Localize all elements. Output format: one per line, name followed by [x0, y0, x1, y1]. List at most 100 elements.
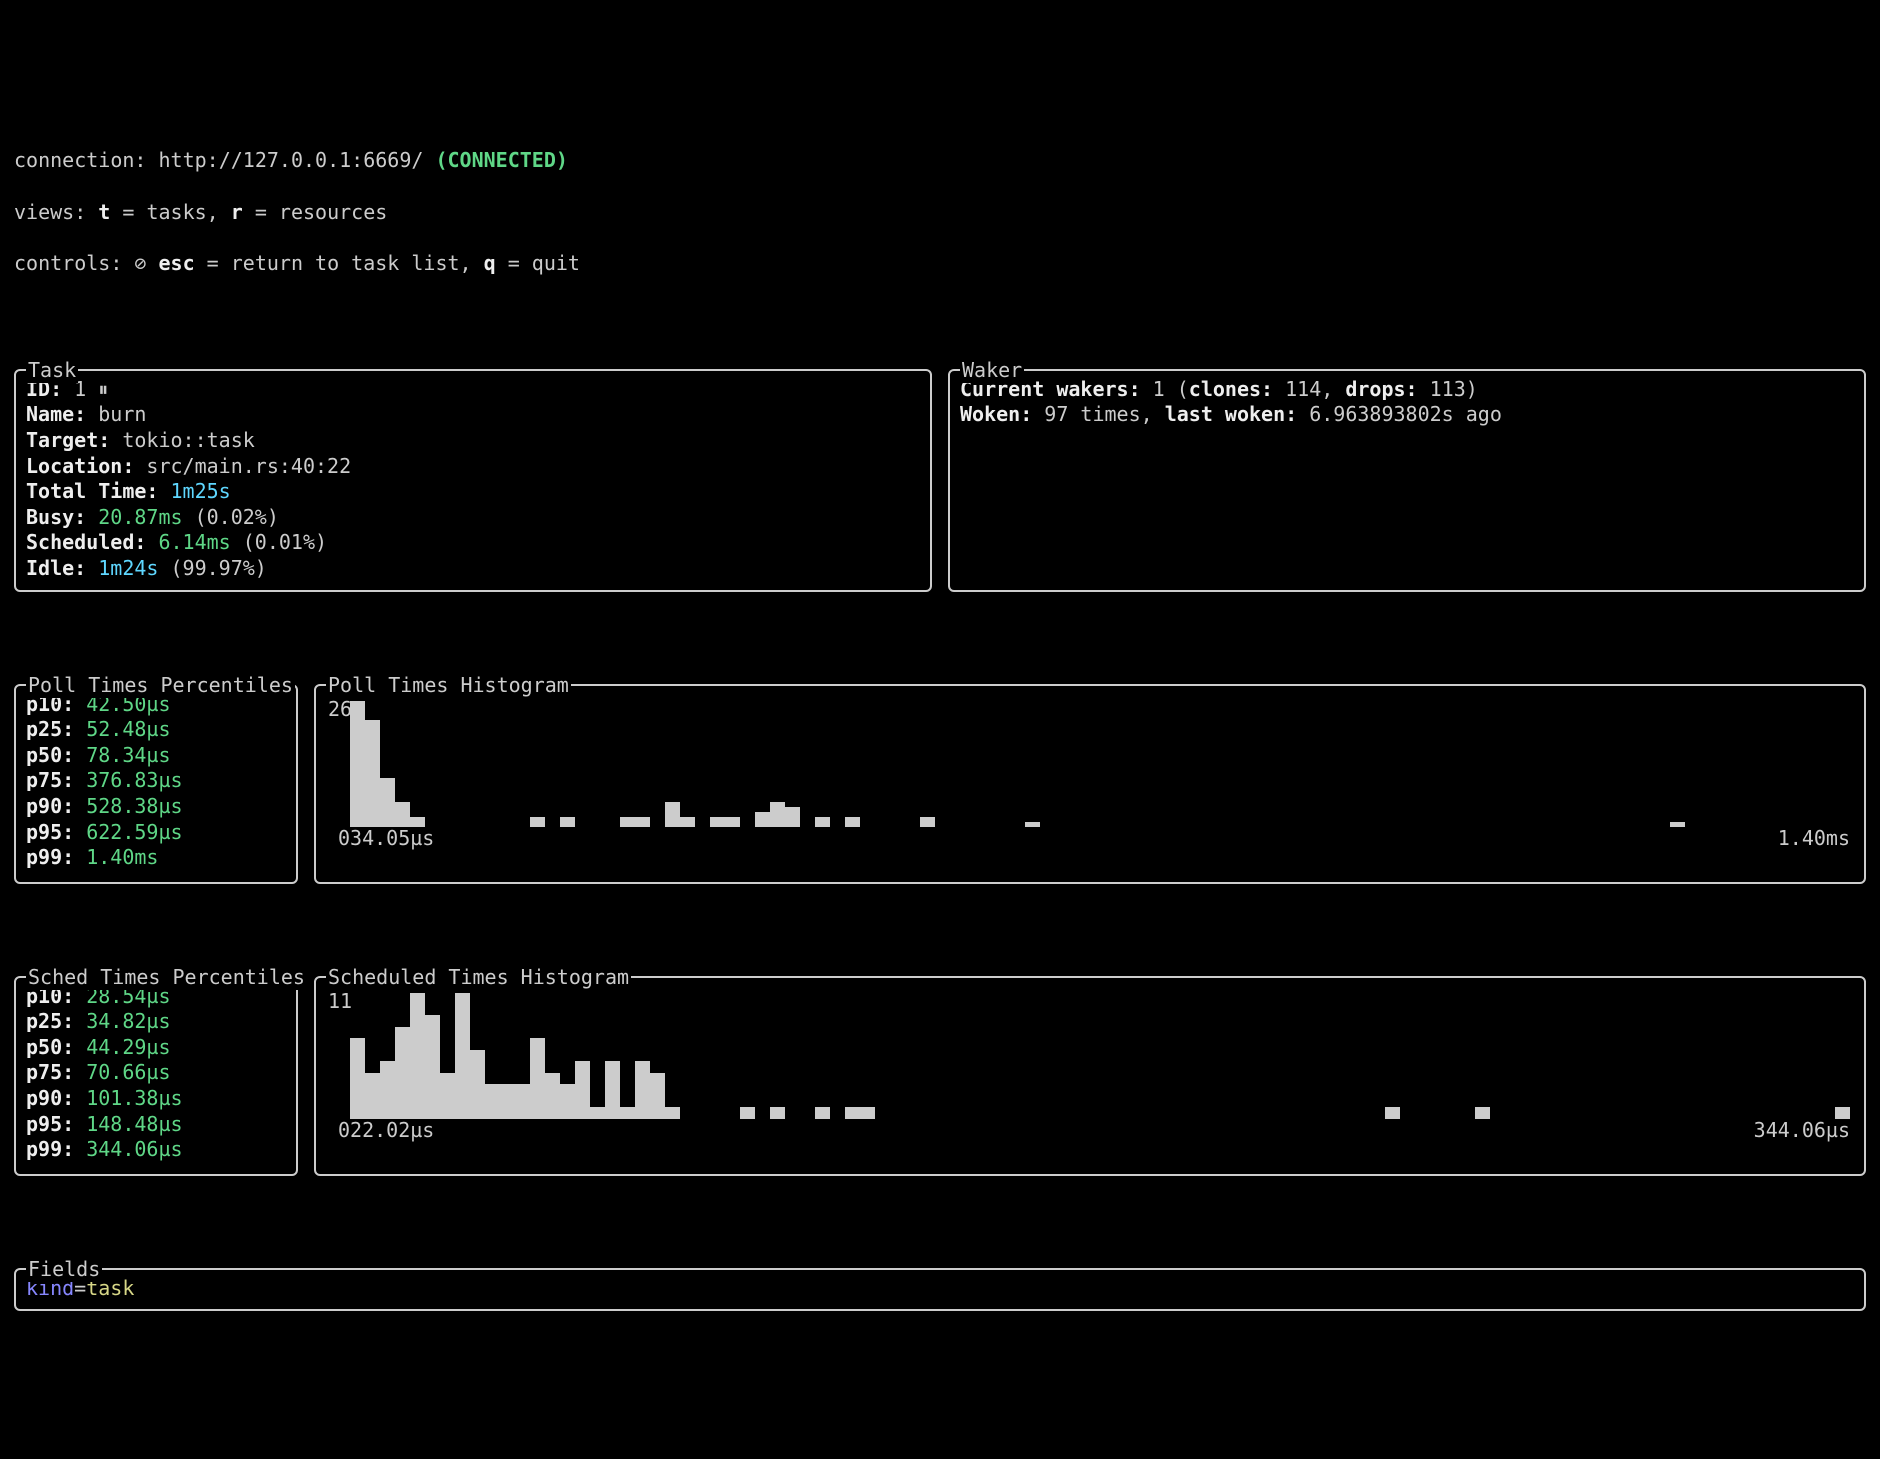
- sched-percentiles-title: Sched Times Percentiles: [26, 964, 307, 990]
- hist-bar: [395, 1027, 410, 1119]
- hist-bar: [1385, 1107, 1400, 1118]
- hist-bar: [485, 1084, 500, 1118]
- hist-bar: [590, 1107, 605, 1118]
- busy-label: Busy:: [26, 505, 98, 529]
- waker-panel-title: Waker: [960, 357, 1024, 383]
- hist-bar: [665, 1107, 680, 1118]
- hist-bar: [575, 1061, 590, 1118]
- hist-bar: [845, 1107, 860, 1118]
- last-woken-label: last woken:: [1165, 402, 1310, 426]
- percentile-value: 376.83µs: [86, 768, 182, 792]
- percentile-row: p99: 1.40ms: [26, 845, 286, 871]
- percentile-value: 78.34µs: [86, 743, 170, 767]
- key-r: r: [231, 200, 243, 224]
- key-esc: esc: [159, 251, 195, 275]
- cancel-icon: ⊘: [134, 251, 158, 275]
- poll-hist-xmin: 34.05µs: [350, 826, 434, 850]
- percentile-row: p75: 376.83µs: [26, 768, 286, 794]
- percentile-value: 34.82µs: [86, 1009, 170, 1033]
- hist-bar: [350, 701, 365, 827]
- hist-bar: [725, 817, 740, 827]
- connected-status: (CONNECTED): [435, 148, 567, 172]
- hist-bar: [1475, 1107, 1490, 1118]
- task-location-value: src/main.rs:40:22: [146, 454, 351, 478]
- percentile-value: 148.48µs: [86, 1112, 182, 1136]
- hist-bar: [455, 993, 470, 1119]
- percentile-value: 528.38µs: [86, 794, 182, 818]
- percentile-row: p25: 52.48µs: [26, 717, 286, 743]
- poll-histogram-panel: Poll Times Histogram 26 034.05µs 1.40ms: [314, 684, 1866, 884]
- key-q: q: [484, 251, 496, 275]
- key-t: t: [98, 200, 110, 224]
- sched-histogram-title: Scheduled Times Histogram: [326, 964, 631, 990]
- percentile-row: p95: 148.48µs: [26, 1112, 286, 1138]
- sched-percentiles-panel: Sched Times Percentiles p10: 28.54µsp25:…: [14, 976, 298, 1176]
- hist-bar: [560, 817, 575, 827]
- percentile-label: p99:: [26, 1137, 86, 1161]
- clones-label: clones:: [1189, 377, 1285, 401]
- percentile-label: p90:: [26, 794, 86, 818]
- hist-bar: [680, 817, 695, 827]
- hist-bar: [635, 1061, 650, 1118]
- hist-bar: [815, 817, 830, 827]
- task-target-label: Target:: [26, 428, 122, 452]
- percentile-row: p75: 70.66µs: [26, 1060, 286, 1086]
- poll-histogram-title: Poll Times Histogram: [326, 672, 571, 698]
- hist-bar: [560, 1084, 575, 1118]
- sched-hist-bars: [350, 993, 1850, 1119]
- waker-panel: Waker Current wakers: 1 (clones: 114, dr…: [948, 369, 1866, 592]
- percentile-label: p75:: [26, 768, 86, 792]
- hist-bar: [620, 1107, 635, 1118]
- percentile-value: 101.38µs: [86, 1086, 182, 1110]
- percentile-row: p50: 44.29µs: [26, 1035, 286, 1061]
- poll-percentiles-panel: Poll Times Percentiles p10: 42.50µsp25: …: [14, 684, 298, 884]
- percentile-row: p95: 622.59µs: [26, 820, 286, 846]
- sched-histogram-panel: Scheduled Times Histogram 11 022.02µs 34…: [314, 976, 1866, 1176]
- task-panel-title: Task: [26, 357, 78, 383]
- scheduled-value: 6.14ms: [158, 530, 230, 554]
- sched-hist-xmax: 344.06µs: [1754, 1117, 1850, 1143]
- percentile-label: p50:: [26, 743, 86, 767]
- hist-bar: [410, 993, 425, 1119]
- fields-panel: Fields kind=task: [14, 1268, 1866, 1312]
- hist-bar: [635, 817, 650, 827]
- hist-bar: [620, 817, 635, 827]
- percentile-value: 622.59µs: [86, 820, 182, 844]
- sched-hist-xmin: 22.02µs: [350, 1118, 434, 1142]
- hist-bar: [425, 1015, 440, 1118]
- percentile-label: p75:: [26, 1060, 86, 1084]
- controls-line: controls: ⊘ esc = return to task list, q…: [14, 251, 1866, 277]
- hist-bar: [1025, 822, 1040, 827]
- hist-bar: [755, 812, 770, 827]
- idle-value: 1m24s: [98, 556, 158, 580]
- percentile-value: 344.06µs: [86, 1137, 182, 1161]
- hist-bar: [815, 1107, 830, 1118]
- task-name-value: burn: [98, 402, 146, 426]
- hist-bar: [545, 1073, 560, 1119]
- hist-bar: [515, 1084, 530, 1118]
- hist-bar: [380, 778, 395, 826]
- hist-bar: [710, 817, 725, 827]
- percentile-label: p50:: [26, 1035, 86, 1059]
- hist-bar: [845, 817, 860, 827]
- percentile-label: p95:: [26, 1112, 86, 1136]
- percentile-row: p90: 101.38µs: [26, 1086, 286, 1112]
- poll-percentiles-title: Poll Times Percentiles: [26, 672, 295, 698]
- hist-bar: [605, 1061, 620, 1118]
- scheduled-label: Scheduled:: [26, 530, 158, 554]
- percentile-value: 52.48µs: [86, 717, 170, 741]
- hist-bar: [740, 1107, 755, 1118]
- total-time-label: Total Time:: [26, 479, 171, 503]
- total-time-value: 1m25s: [171, 479, 231, 503]
- hist-bar: [785, 807, 800, 826]
- hist-bar: [350, 1038, 365, 1118]
- hist-bar: [365, 720, 380, 827]
- views-line: views: t = tasks, r = resources: [14, 200, 1866, 226]
- percentile-row: p99: 344.06µs: [26, 1137, 286, 1163]
- sched-hist-ymax: 11: [328, 988, 352, 1014]
- task-location-label: Location:: [26, 454, 146, 478]
- poll-hist-ymax: 26: [328, 696, 352, 722]
- hist-bar: [440, 1073, 455, 1119]
- task-panel: Task ID: 1 ⏸ Name: burn Target: tokio::t…: [14, 369, 932, 592]
- task-target-value: tokio::task: [122, 428, 254, 452]
